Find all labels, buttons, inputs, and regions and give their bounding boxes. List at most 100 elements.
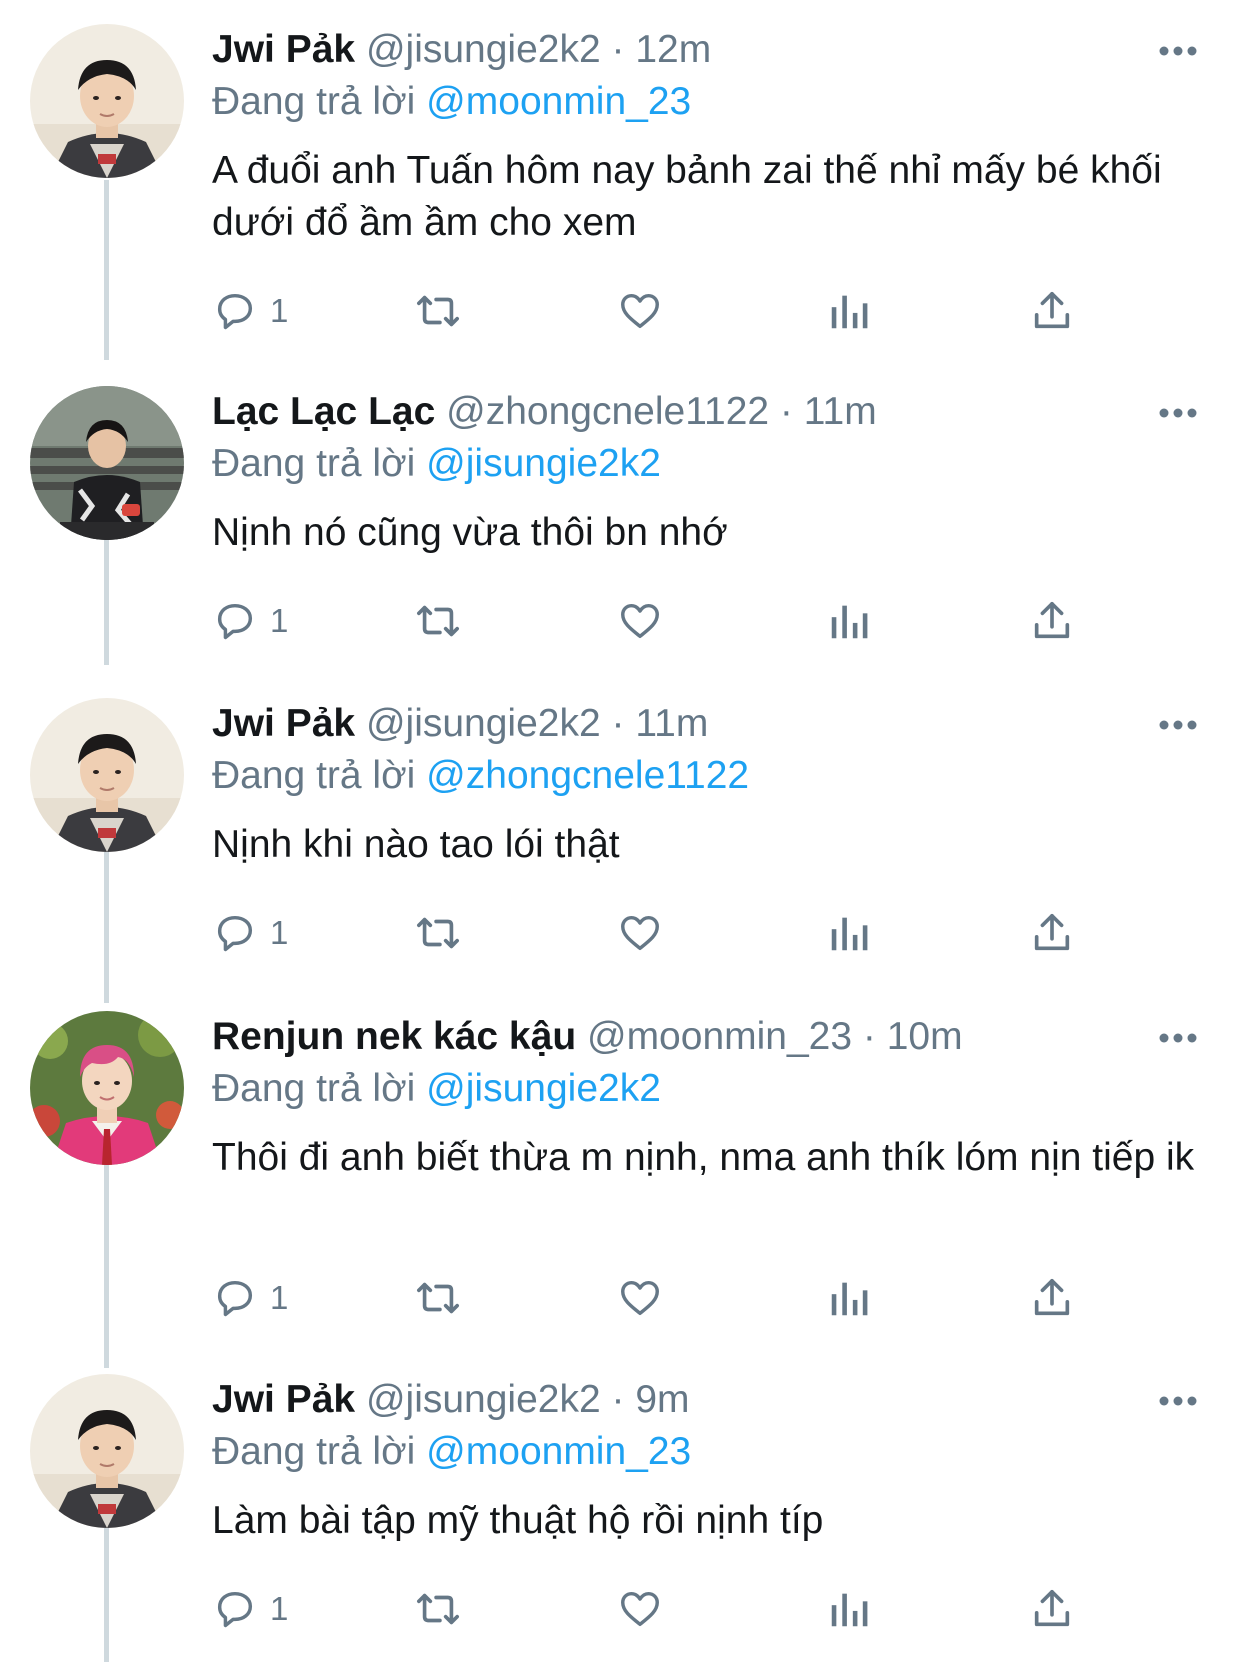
retweet-icon [417,917,459,949]
tweet-actions: 1 [212,1270,1112,1326]
heart-icon [621,1280,659,1316]
tweet-header: Jwi Pảk @jisungie2k2 · 12m [212,26,711,74]
avatar[interactable] [30,386,184,540]
mention-link[interactable]: @jisungie2k2 [426,1067,661,1110]
avatar[interactable] [30,24,184,178]
replying-to-label: Đang trả lời [212,1430,416,1473]
display-name[interactable]: Renjun nek kác kậu [212,1015,576,1058]
analytics-icon [831,605,868,639]
avatar[interactable] [30,1011,184,1165]
display-name[interactable]: Jwi Pảk [212,28,355,71]
share-icon [1034,913,1070,951]
replying-to-label: Đang trả lời [212,80,416,123]
analytics-button[interactable] [827,1270,871,1326]
replying-to: Đang trả lời @jisungie2k2 [212,1065,661,1113]
tweet-actions: 1 [212,593,1112,649]
share-button[interactable] [1030,905,1074,961]
tweet-actions: 1 [212,1581,1112,1637]
tweet[interactable]: Renjun nek kác kậu @moonmin_23 · 10m Đan… [0,987,1242,1349]
retweet-button[interactable] [412,283,464,339]
like-button[interactable] [617,593,663,649]
tweet-text: Nịnh nó cũng vừa thôi bn nhớ [212,511,728,554]
retweet-button[interactable] [412,1270,464,1326]
replying-to-label: Đang trả lời [212,754,416,797]
boy-avatar-image [30,24,184,178]
tweet-text: A đuổi anh Tuấn hôm nay bảnh zai thế nhỉ… [212,149,1162,244]
reply-icon [217,1280,253,1317]
retweet-icon [417,295,459,327]
analytics-button[interactable] [827,593,871,649]
share-button[interactable] [1030,1270,1074,1326]
tweet-header: Jwi Pảk @jisungie2k2 · 9m [212,1376,690,1424]
analytics-icon [831,295,868,329]
tweet-actions: 1 [212,283,1112,339]
mention-link[interactable]: @jisungie2k2 [426,442,661,485]
share-button[interactable] [1030,593,1074,649]
more-options-icon[interactable] [1158,1394,1198,1408]
reply-icon [217,915,253,952]
user-handle[interactable]: @zhongcnele1122 [446,390,769,433]
display-name[interactable]: Lạc Lạc Lạc [212,390,435,433]
avatar[interactable] [30,698,184,852]
timestamp[interactable]: 11m [635,702,708,745]
tweet[interactable]: Lạc Lạc Lạc @zhongcnele1122 · 11m Đang t… [0,362,1242,674]
more-options-icon[interactable] [1158,44,1198,58]
like-button[interactable] [617,1270,663,1326]
share-icon [1034,601,1070,639]
tweet-actions: 1 [212,905,1112,961]
reply-button[interactable]: 1 [212,593,288,649]
analytics-button[interactable] [827,283,871,339]
retweet-button[interactable] [412,905,464,961]
user-handle[interactable]: @moonmin_23 [587,1015,852,1058]
tweet[interactable]: Jwi Pảk @jisungie2k2 · 12m Đang trả lời … [0,0,1242,360]
user-handle[interactable]: @jisungie2k2 [366,1378,601,1421]
user-handle[interactable]: @jisungie2k2 [366,28,601,71]
avatar[interactable] [30,1374,184,1528]
separator-dot: · [611,28,625,71]
retweet-button[interactable] [412,1581,464,1637]
tweet[interactable]: Jwi Pảk @jisungie2k2 · 9m Đang trả lời @… [0,1350,1242,1662]
mention-link[interactable]: @moonmin_23 [426,80,691,123]
reply-button[interactable]: 1 [212,1270,288,1326]
reply-button[interactable]: 1 [212,1581,288,1637]
share-button[interactable] [1030,283,1074,339]
separator-dot: · [862,1015,876,1058]
heart-icon [621,1591,659,1627]
separator-dot: · [779,390,793,433]
timestamp[interactable]: 11m [804,390,877,433]
retweet-icon [417,1593,459,1625]
share-button[interactable] [1030,1581,1074,1637]
mention-link[interactable]: @moonmin_23 [426,1430,691,1473]
bench-avatar-image [30,386,184,540]
analytics-button[interactable] [827,1581,871,1637]
retweet-icon [417,1282,459,1314]
analytics-button[interactable] [827,905,871,961]
timestamp[interactable]: 9m [635,1378,689,1421]
more-options-icon[interactable] [1158,406,1198,420]
tweet[interactable]: Jwi Pảk @jisungie2k2 · 11m Đang trả lời … [0,674,1242,986]
timestamp[interactable]: 12m [635,28,711,71]
more-options-icon[interactable] [1158,718,1198,732]
timestamp[interactable]: 10m [887,1015,963,1058]
tweet-text: Làm bài tập mỹ thuật hộ rồi nịnh típ [212,1499,824,1542]
like-button[interactable] [617,283,663,339]
heart-icon [621,603,659,639]
pink-avatar-image [30,1011,184,1165]
separator-dot: · [611,1378,625,1421]
reply-icon [217,1591,253,1628]
user-handle[interactable]: @jisungie2k2 [366,702,601,745]
heart-icon [621,293,659,329]
display-name[interactable]: Jwi Pảk [212,702,355,745]
like-button[interactable] [617,905,663,961]
replying-to-label: Đang trả lời [212,442,416,485]
reply-button[interactable]: 1 [212,905,288,961]
reply-button[interactable]: 1 [212,283,288,339]
like-button[interactable] [617,1581,663,1637]
retweet-button[interactable] [412,593,464,649]
analytics-icon [831,1593,868,1627]
boy-avatar-image [30,698,184,852]
reply-count: 1 [270,602,289,639]
mention-link[interactable]: @zhongcnele1122 [426,754,749,797]
display-name[interactable]: Jwi Pảk [212,1378,355,1421]
more-options-icon[interactable] [1158,1031,1198,1045]
